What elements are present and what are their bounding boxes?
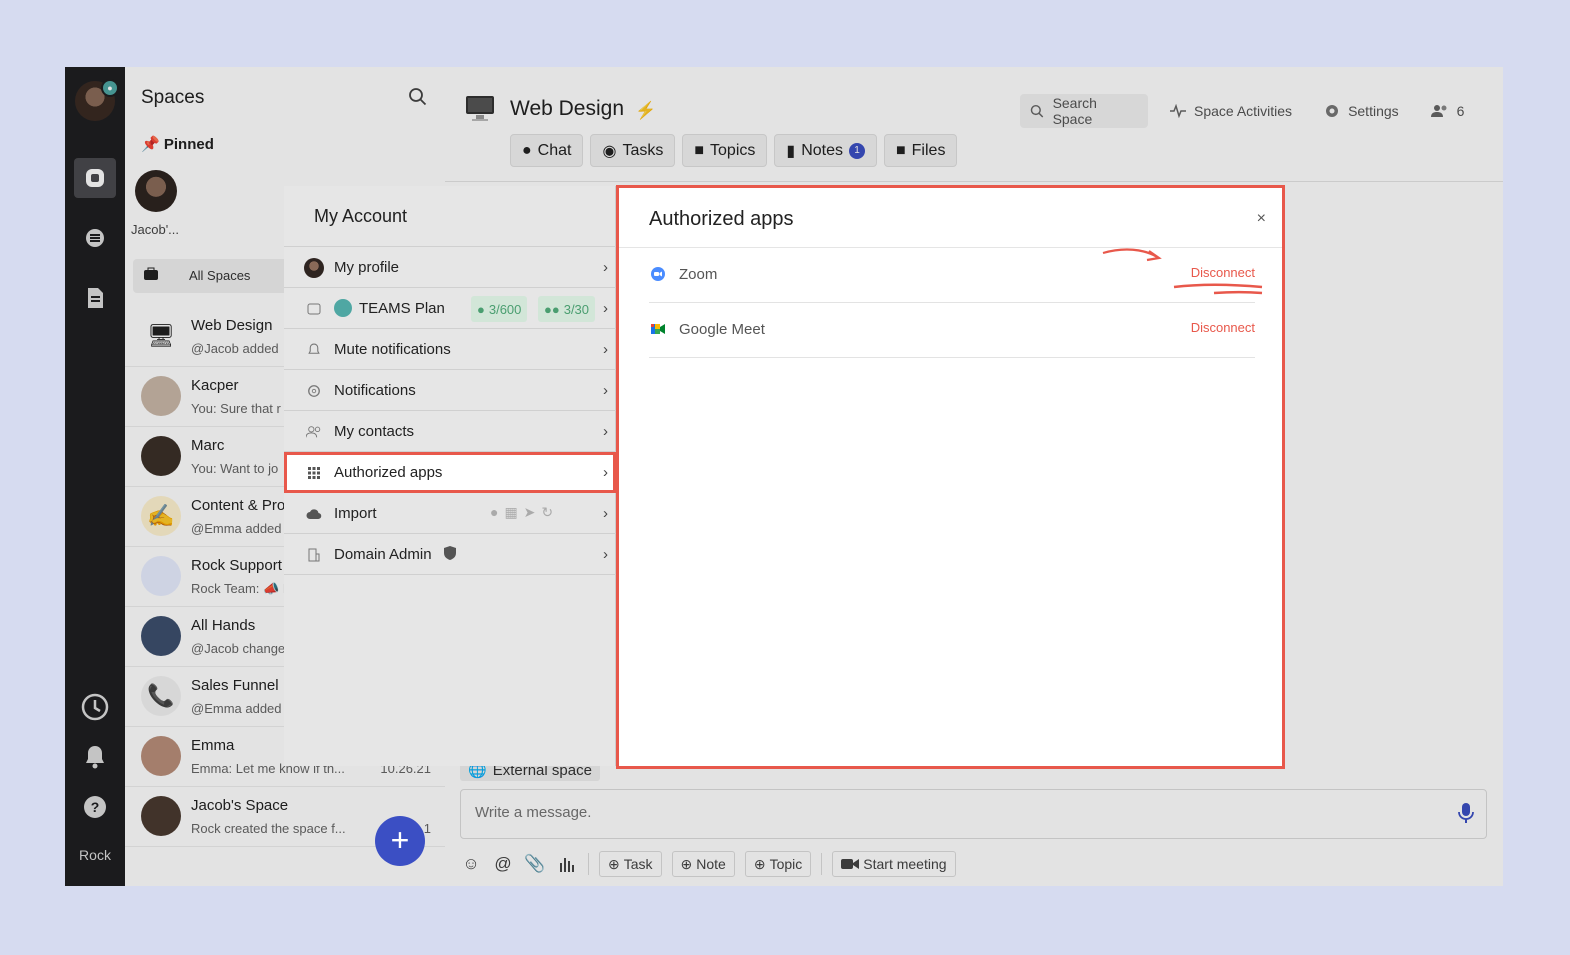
- dialog-title: Authorized apps: [649, 208, 794, 230]
- profile-avatar-icon: [304, 258, 324, 278]
- menu-item-label: Mute notifications: [334, 341, 451, 358]
- google-meet-icon: [651, 322, 665, 336]
- chevron-right-icon: ›: [603, 341, 608, 358]
- account-menu-list: My profile › TEAMS Plan ● 3/600 ●● 3/30 › …: [284, 246, 616, 575]
- menu-item-domain-admin[interactable]: Domain Admin ›: [284, 534, 616, 575]
- status-dot-icon: ●: [477, 301, 485, 317]
- menu-item-label: Domain Admin: [334, 546, 432, 563]
- chevron-right-icon: ›: [603, 505, 608, 522]
- app-name: Zoom: [679, 266, 718, 283]
- chevron-right-icon: ›: [603, 546, 608, 563]
- shield-icon: [444, 546, 456, 565]
- contacts-icon: [304, 422, 324, 442]
- menu-item-label: Authorized apps: [334, 464, 443, 481]
- menu-item-mute-notifications[interactable]: Mute notifications ›: [284, 329, 616, 370]
- my-account-menu: My Account My profile › TEAMS Plan ● 3/60…: [284, 186, 616, 766]
- chevron-right-icon: ›: [603, 300, 608, 317]
- menu-item-label: My contacts: [334, 423, 415, 440]
- menu-item-label: Notifications: [334, 382, 416, 399]
- apps-grid-icon: [304, 463, 324, 483]
- menu-item-import[interactable]: Import ●▦➤↻ ›: [284, 493, 616, 534]
- chevron-right-icon: ›: [603, 382, 608, 399]
- members-usage-pill: ●● 3/30: [538, 296, 596, 322]
- new-space-button[interactable]: +: [375, 816, 425, 866]
- team-icon: [334, 299, 352, 317]
- menu-item-notifications[interactable]: Notifications ›: [284, 370, 616, 411]
- menu-item-my-profile[interactable]: My profile ›: [284, 247, 616, 288]
- members-usage-value: 3/30: [563, 301, 590, 317]
- menu-item-label: Import: [334, 505, 377, 522]
- storage-usage-pill: ● 3/600: [471, 296, 528, 322]
- members-icon: ●●: [544, 301, 560, 317]
- zoom-icon: [651, 267, 665, 281]
- gear-icon: [304, 381, 324, 401]
- close-icon[interactable]: ×: [1257, 210, 1266, 228]
- my-account-title: My Account: [314, 206, 408, 226]
- import-sources-icons: ●▦➤↻: [490, 504, 560, 520]
- menu-item-my-contacts[interactable]: My contacts ›: [284, 411, 616, 452]
- menu-item-teams-plan[interactable]: TEAMS Plan ● 3/600 ●● 3/30 ›: [284, 288, 616, 329]
- chevron-right-icon: ›: [603, 423, 608, 440]
- storage-usage-value: 3/600: [488, 301, 522, 317]
- chevron-right-icon: ›: [603, 464, 608, 481]
- app-name: Google Meet: [679, 321, 765, 338]
- chevron-right-icon: ›: [603, 259, 608, 276]
- menu-item-label: My profile: [334, 259, 400, 276]
- cloud-upload-icon: [304, 504, 324, 524]
- annotation-arrow-icon: [1102, 248, 1263, 295]
- menu-item-label: TEAMS Plan: [359, 300, 445, 317]
- building-icon: [304, 545, 324, 565]
- menu-item-authorized-apps[interactable]: Authorized apps ›: [284, 452, 616, 493]
- disconnect-google-meet-button[interactable]: Disconnect: [1191, 320, 1255, 335]
- bell-icon: [304, 340, 324, 360]
- plan-icon: [304, 299, 324, 319]
- authorized-apps-dialog: Authorized apps × Zoom Disconnect Google…: [616, 185, 1285, 769]
- app-row-google-meet: Google Meet Disconnect: [649, 303, 1255, 358]
